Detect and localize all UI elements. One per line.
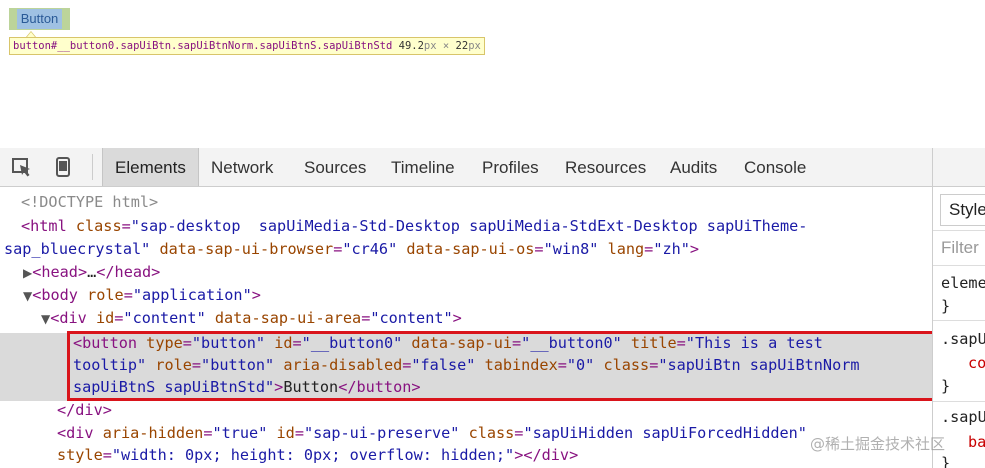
head-ellipsis: …	[87, 263, 97, 281]
html-lang-attr: lang	[607, 240, 645, 258]
style-rule-selector: eleme	[941, 274, 985, 292]
html-os-val: "win8"	[543, 240, 599, 258]
watermark: @稀土掘金技术社区	[810, 435, 946, 453]
inspect-element-icon[interactable]	[10, 156, 34, 178]
devtools-panel: Elements Network Sources Timeline Profil…	[0, 148, 985, 468]
tab-timeline[interactable]: Timeline	[391, 148, 455, 186]
dom-doctype[interactable]: <!DOCTYPE html>	[21, 191, 158, 214]
devtools-toolbar: Elements Network Sources Timeline Profil…	[0, 148, 935, 187]
head-open-tag: <head>	[32, 263, 88, 281]
html-class-attr: class	[75, 217, 122, 235]
device-mode-icon[interactable]	[51, 156, 75, 178]
dom-div-content-line[interactable]: ▼<div id="content" data-sap-ui-area="con…	[41, 307, 462, 330]
element-info-tooltip: button#__button0.sapUiBtn.sapUiBtnNorm.s…	[9, 37, 485, 55]
styles-divider	[933, 320, 985, 321]
inspected-button-label[interactable]: Button	[17, 9, 62, 29]
dom-html-line-1[interactable]: <html class="sap-desktop sapUiMedia-Std-…	[21, 215, 807, 238]
styles-filter-input[interactable]: Filter	[941, 238, 979, 258]
style-rule-brace: }	[941, 454, 951, 468]
styles-divider	[933, 265, 985, 266]
tooltip-unit-h: px	[468, 40, 481, 52]
doctype-text: <!DOCTYPE html>	[21, 193, 159, 211]
tooltip-unit-w: px	[423, 40, 437, 52]
div2-open-tag: <div	[57, 424, 94, 442]
tab-sources[interactable]: Sources	[304, 148, 366, 186]
tab-console[interactable]: Console	[744, 148, 806, 186]
style-rule-brace: }	[941, 297, 951, 315]
div2-style-attr: style	[57, 446, 103, 464]
html-class-val-a: "sap-desktop sapUiMedia-Std-Desktop sapU…	[130, 217, 808, 235]
div2-end-tag: ></div>	[514, 446, 579, 464]
body-role-attr: role	[87, 286, 124, 304]
tab-profiles[interactable]: Profiles	[482, 148, 539, 186]
styles-pane: Style Filter eleme } .sapU co } .sapU ba…	[932, 148, 985, 468]
elements-tree[interactable]: <!DOCTYPE html> <html class="sap-desktop…	[0, 187, 932, 468]
collapse-triangle-icon[interactable]: ▼	[23, 289, 32, 303]
collapse-triangle-icon[interactable]: ▼	[41, 312, 50, 326]
tooltip-selector: button#__button0.sapUiBtn.sapUiBtnNorm.s…	[13, 40, 393, 52]
dom-div-preserve-line-2[interactable]: style="width: 0px; height: 0px; overflow…	[57, 444, 578, 467]
tooltip-height: 22	[455, 40, 469, 52]
div2-id-val: "sap-ui-preserve"	[303, 424, 460, 442]
tab-styles[interactable]: Style	[940, 194, 985, 226]
style-rule-selector: .sapU	[941, 408, 985, 426]
dom-body-line[interactable]: ▼<body role="application">	[23, 284, 261, 307]
style-rule-brace: }	[941, 377, 951, 395]
div2-class-val: "sapUiHidden sapUiForcedHidden"	[523, 424, 807, 442]
expand-triangle-icon[interactable]: ▶	[23, 266, 32, 280]
tooltip-times: ×	[436, 40, 456, 52]
tab-resources[interactable]: Resources	[565, 148, 646, 186]
body-open-tag: <body	[32, 286, 78, 304]
div2-aria-val: "true"	[212, 424, 268, 442]
dom-html-line-2[interactable]: sap_bluecrystal" data-sap-ui-browser="cr…	[4, 238, 699, 261]
div2-style-val: "width: 0px; height: 0px; overflow: hidd…	[111, 446, 515, 464]
selection-highlight-box	[67, 331, 932, 401]
inspected-button-highlight[interactable]: Button	[9, 8, 70, 30]
div-open-tag: <div	[50, 309, 87, 327]
div-area-attr: data-sap-ui-area	[214, 309, 362, 327]
style-rule-property[interactable]: co	[968, 352, 985, 375]
dom-head-line[interactable]: ▶<head>…</head>	[23, 261, 160, 284]
style-rule-property[interactable]: ba	[968, 431, 985, 454]
styles-divider	[933, 401, 985, 402]
inspected-page: Button button#__button0.sapUiBtn.sapUiBt…	[0, 0, 985, 148]
div-id-val: "content"	[123, 309, 206, 327]
styles-toolbar	[933, 148, 985, 187]
dom-div-close-line[interactable]: </div>	[57, 399, 112, 422]
styles-divider	[933, 230, 985, 231]
tab-audits[interactable]: Audits	[670, 148, 717, 186]
html-os-attr: data-sap-ui-os	[406, 240, 535, 258]
html-open-tag: <html	[21, 217, 67, 235]
toolbar-divider	[92, 154, 93, 180]
tab-network[interactable]: Network	[211, 148, 273, 186]
tab-elements[interactable]: Elements	[102, 148, 199, 186]
body-role-val: "application"	[132, 286, 252, 304]
html-browser-attr: data-sap-ui-browser	[159, 240, 334, 258]
div-close-tag: </div>	[57, 401, 112, 419]
div2-aria-attr: aria-hidden	[102, 424, 204, 442]
dom-div-preserve-line-1[interactable]: <div aria-hidden="true" id="sap-ui-prese…	[57, 422, 807, 445]
div2-class-attr: class	[468, 424, 515, 442]
div-id-attr: id	[95, 309, 115, 327]
style-rule-selector: .sapU	[941, 330, 985, 348]
head-close-tag: </head>	[96, 263, 161, 281]
html-lang-val: "zh"	[653, 240, 690, 258]
html-browser-val: "cr46"	[342, 240, 398, 258]
html-class-val-b: sap_bluecrystal"	[4, 240, 151, 258]
tooltip-width: 49.2	[398, 40, 424, 52]
div-area-val: "content"	[370, 309, 453, 327]
div2-id-attr: id	[276, 424, 295, 442]
